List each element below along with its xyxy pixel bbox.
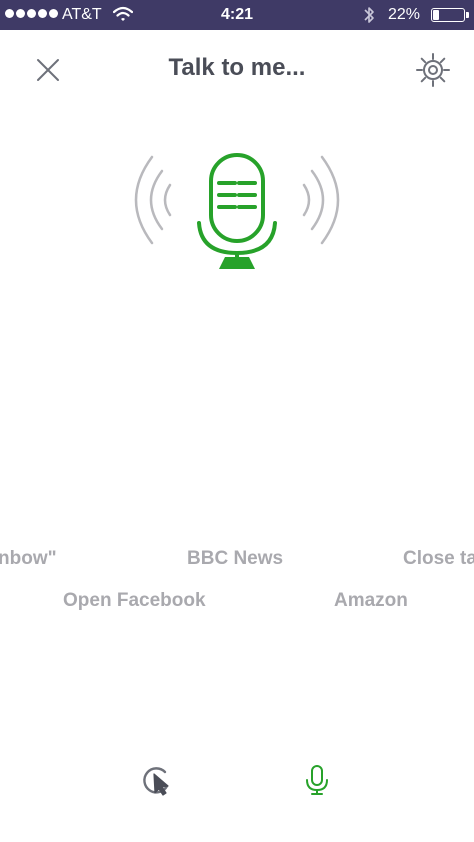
page-title: Talk to me... — [168, 54, 306, 81]
suggestion-item[interactable]: Close ta — [403, 548, 474, 570]
sound-wave-left-outer — [134, 155, 154, 245]
microphone-icon — [197, 153, 277, 259]
status-bar: AT&T 4:21 22% — [0, 0, 474, 30]
gear-icon — [416, 53, 450, 87]
suggestion-item[interactable]: Amazon — [334, 590, 408, 612]
suggestion-item[interactable]: BBC News — [187, 548, 283, 570]
settings-button[interactable] — [413, 50, 453, 90]
battery-percentage: 22% — [388, 6, 421, 23]
battery-icon — [431, 8, 469, 22]
sound-wave-right-middle — [310, 169, 325, 231]
sound-wave-right-inner — [302, 183, 311, 217]
sound-wave-left-middle — [149, 169, 164, 231]
suggestion-item[interactable]: nbow" — [0, 548, 57, 570]
microphone-icon — [306, 765, 328, 795]
bluetooth-icon — [364, 7, 374, 23]
suggestion-item[interactable]: Open Facebook — [63, 590, 206, 612]
microphone-hero-icon — [134, 153, 340, 269]
tap-mode-button[interactable] — [138, 760, 178, 800]
tap-gesture-icon — [143, 767, 169, 796]
sound-wave-right-outer — [320, 155, 340, 245]
voice-search-screen: AT&T 4:21 22% Talk to me... nbow" BBC Ne… — [0, 0, 474, 842]
sound-wave-left-inner — [163, 183, 172, 217]
microphone-button[interactable] — [297, 760, 337, 800]
